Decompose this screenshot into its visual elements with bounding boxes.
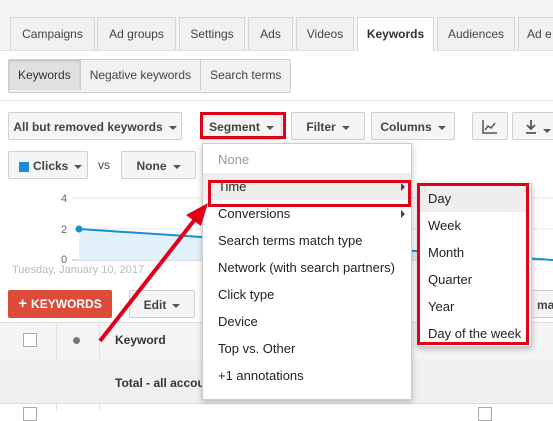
annotation-arrow	[98, 203, 208, 343]
arrow-head-icon	[186, 203, 208, 226]
arrow-shaft	[98, 216, 198, 343]
